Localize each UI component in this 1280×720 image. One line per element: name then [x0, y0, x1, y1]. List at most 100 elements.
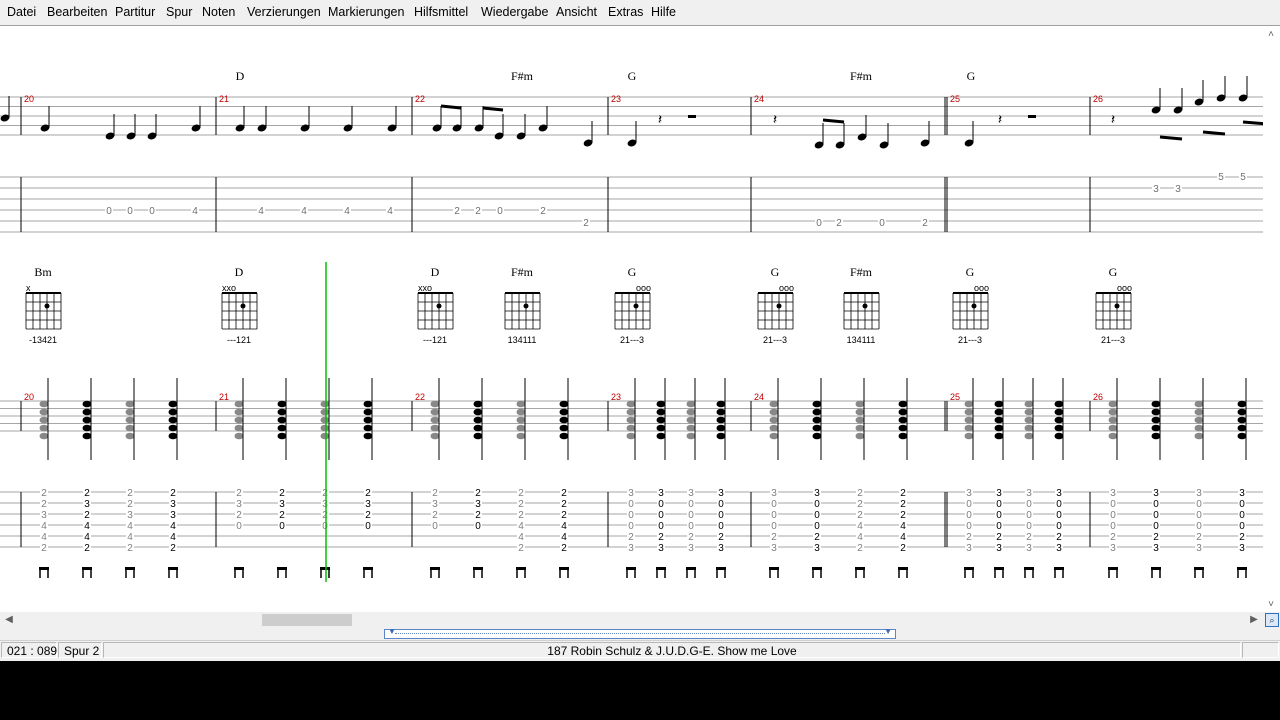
chord-note-head: [1024, 416, 1034, 424]
tab-number: 0: [996, 521, 1002, 532]
tab-number: 2: [518, 499, 524, 510]
tab-number: 0: [1110, 521, 1116, 532]
beam: [1202, 130, 1226, 136]
rhythm-beam: [82, 567, 92, 570]
diagram-fingering: 134111: [508, 335, 537, 345]
chord-note-head: [82, 424, 92, 432]
score-view[interactable]: 20 21 22 23 24 25 26 D F#m G F#m G 𝄽 𝄽 𝄽 𝄽 0 0 0 4 4 4 4 4 2 2 0 2 2…: [0, 25, 1280, 613]
tab-number: 4: [518, 521, 524, 532]
tab-number: 3: [1056, 488, 1062, 499]
chord-note-head: [898, 432, 908, 440]
bar-number: 24: [754, 392, 764, 402]
tab-number: 0: [718, 499, 724, 510]
tab-number: 3: [718, 543, 724, 554]
menu-ansicht[interactable]: Ansicht: [556, 5, 597, 19]
scroll-left-icon[interactable]: ◀: [2, 613, 16, 627]
tab-number: 4: [127, 521, 133, 532]
beam: [1242, 120, 1263, 126]
scroll-right-icon[interactable]: ▶: [1247, 613, 1261, 627]
tab-number: 3: [279, 499, 285, 510]
bar-number: 25: [950, 392, 960, 402]
tab-number: 2: [365, 488, 371, 499]
chord-name: G: [1109, 265, 1118, 279]
rhythm-beam: [363, 567, 373, 570]
tab-number: 2: [561, 543, 567, 554]
diagram-marks: ooo: [636, 283, 651, 293]
menu-datei[interactable]: Datei: [7, 5, 36, 19]
bar-number: 23: [611, 94, 621, 104]
chord-note-head: [1108, 416, 1118, 424]
chord-note-head: [1237, 416, 1247, 424]
chord-note-head: [559, 408, 569, 416]
tab-number: 3: [41, 510, 47, 521]
tab-number: 2: [518, 488, 524, 499]
chord-note-head: [363, 400, 373, 408]
tab-number: 0: [628, 499, 634, 510]
horizontal-scrollbar[interactable]: ◀ ▶: [0, 612, 1263, 628]
bar-number: 20: [24, 392, 34, 402]
rhythm-beam: [855, 567, 865, 570]
chord-name: Bm: [34, 265, 52, 279]
menu-wiedergabe[interactable]: Wiedergabe: [481, 5, 548, 19]
chord-note-head: [656, 432, 666, 440]
tab-number: 2: [771, 532, 777, 543]
diagram-fingering: 21---3: [620, 335, 644, 345]
tab-number: 2: [454, 206, 460, 217]
chord-note-head: [994, 416, 1004, 424]
tab-number: 3: [966, 543, 972, 554]
tab-number: 0: [658, 510, 664, 521]
tab-number: 2: [279, 488, 285, 499]
menu-bearbeiten[interactable]: Bearbeiten: [47, 5, 107, 19]
vertical-scrollbar[interactable]: ˄ ˅: [1263, 26, 1280, 612]
diagram-fingering: 21---3: [1101, 335, 1125, 345]
menu-noten[interactable]: Noten: [202, 5, 235, 19]
tab-number: 0: [1153, 510, 1159, 521]
tab-number: 0: [127, 206, 133, 217]
bar-number: 25: [950, 94, 960, 104]
menu-hilfsmittel[interactable]: Hilfsmittel: [414, 5, 468, 19]
score-canvas[interactable]: 20 21 22 23 24 25 26D F#m G F#m G𝄽 𝄽 𝄽 𝄽0 0 0 4 4 4 4 4 2 2 0 22…: [0, 26, 1263, 613]
chord-note-head: [277, 416, 287, 424]
chord-note-head: [363, 416, 373, 424]
scroll-down-icon[interactable]: ˅: [1264, 598, 1278, 612]
finger-dot: [44, 303, 50, 309]
menu-verzierungen[interactable]: Verzierungen: [247, 5, 321, 19]
chord-name: D: [236, 69, 245, 83]
rhythm-beam: [686, 567, 696, 570]
tab-number: 0: [814, 499, 820, 510]
chord-note-head: [686, 432, 696, 440]
chord-note-head: [277, 408, 287, 416]
tab-number: 2: [127, 488, 133, 499]
chord-note-head: [363, 408, 373, 416]
tab-number: 0: [996, 499, 1002, 510]
tab-number: 3: [432, 499, 438, 510]
tab-number: 4: [41, 532, 47, 543]
magnifier-icon[interactable]: ⌕: [1265, 613, 1279, 627]
scroll-up-icon[interactable]: ˄: [1264, 28, 1278, 42]
menu-partitur[interactable]: Partitur: [115, 5, 155, 19]
chord-note-head: [39, 408, 49, 416]
chevron-down-icon: ▼: [388, 627, 396, 636]
tab-number: 3: [1196, 543, 1202, 554]
menu-markierungen[interactable]: Markierungen: [328, 5, 404, 19]
tab-number: 2: [84, 543, 90, 554]
chord-note-head: [516, 416, 526, 424]
tab-number: 3: [966, 488, 972, 499]
track-selector-combo[interactable]: ▼ ▼: [384, 627, 896, 639]
chord-name: F#m: [850, 69, 873, 83]
zoom-button[interactable]: ⌕: [1263, 612, 1280, 628]
menu-hilfe[interactable]: Hilfe: [651, 5, 676, 19]
menu-extras[interactable]: Extras: [608, 5, 643, 19]
diagram-fingering: -13421: [29, 335, 57, 345]
chord-note-head: [168, 432, 178, 440]
tab-number: 0: [236, 521, 242, 532]
chord-note-head: [716, 408, 726, 416]
chord-note-head: [234, 400, 244, 408]
chord-note-head: [473, 400, 483, 408]
chord-note-head: [1054, 424, 1064, 432]
chord-note-head: [855, 408, 865, 416]
chord-note-head: [964, 432, 974, 440]
scroll-thumb[interactable]: [262, 614, 352, 626]
tab-number: 3: [658, 543, 664, 554]
menu-spur[interactable]: Spur: [166, 5, 192, 19]
